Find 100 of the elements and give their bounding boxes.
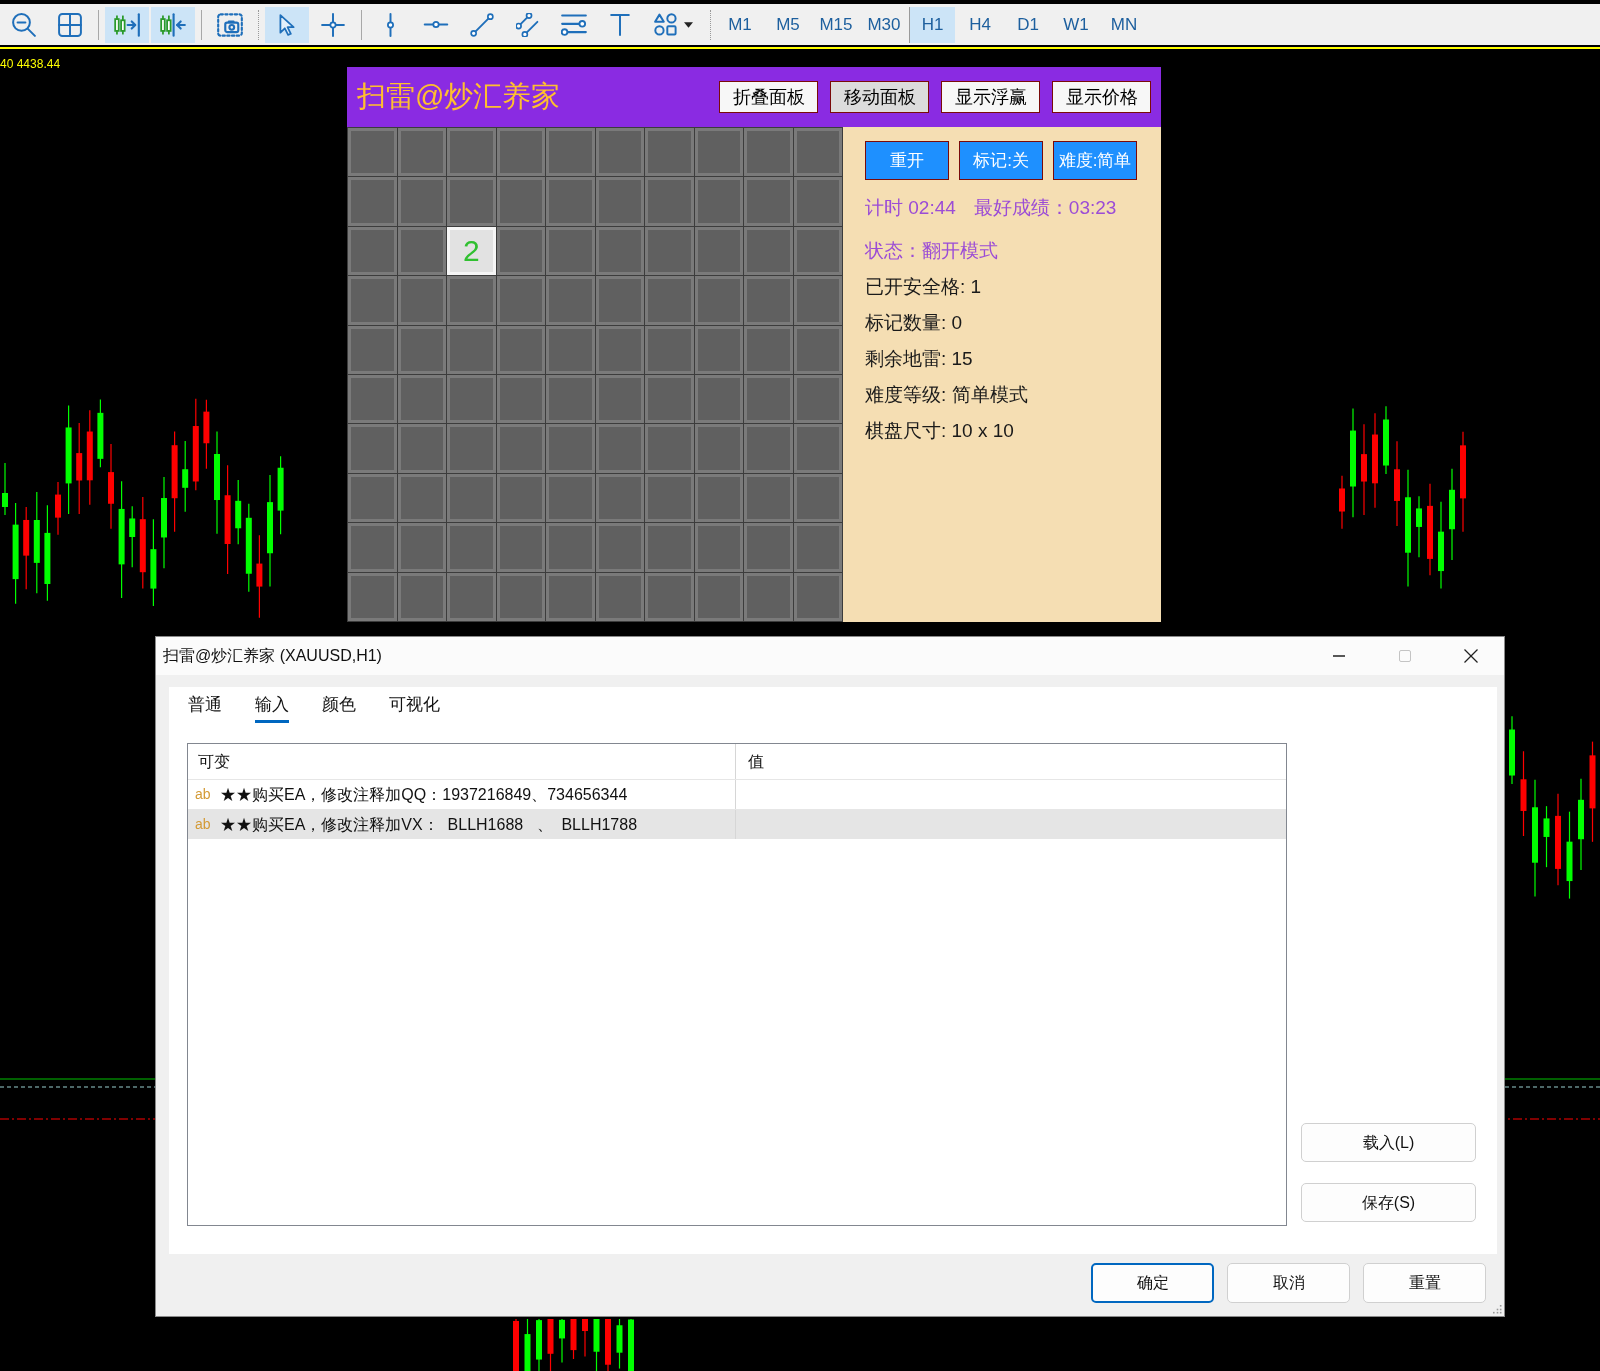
board-cell[interactable] xyxy=(595,325,644,374)
side-button[interactable]: 载入(L) xyxy=(1301,1123,1476,1162)
board-cell[interactable] xyxy=(546,424,595,473)
board-cell[interactable] xyxy=(447,424,496,473)
board-cell[interactable] xyxy=(348,375,397,424)
dialog-button[interactable]: 重置 xyxy=(1363,1263,1486,1303)
board-cell[interactable] xyxy=(496,473,545,523)
board-cell[interactable] xyxy=(793,177,842,226)
board-cell[interactable] xyxy=(744,424,793,473)
board-cell[interactable] xyxy=(744,572,793,621)
board-cell[interactable] xyxy=(496,572,545,621)
timeframe-button[interactable]: M5 xyxy=(765,6,811,43)
tab[interactable]: 可视化 xyxy=(389,687,440,723)
board-cell[interactable] xyxy=(496,276,545,325)
table-row[interactable]: ab ★★购买EA，修改注释加QQ：1937216849、734656344 xyxy=(188,779,1286,809)
board-cell[interactable] xyxy=(546,325,595,374)
board-cell[interactable] xyxy=(645,572,694,621)
board-cell[interactable] xyxy=(645,128,694,177)
board-cell[interactable] xyxy=(496,177,545,226)
board-cell[interactable] xyxy=(595,473,644,523)
board-cell[interactable] xyxy=(496,325,545,374)
board-cell[interactable] xyxy=(694,128,743,177)
chart-shift-button[interactable] xyxy=(105,6,149,43)
board-cell[interactable] xyxy=(793,424,842,473)
timeframe-button[interactable]: W1 xyxy=(1053,6,1099,43)
board-cell[interactable] xyxy=(546,276,595,325)
board-cell[interactable] xyxy=(397,325,446,374)
board-cell[interactable] xyxy=(546,473,595,523)
board-cell[interactable] xyxy=(447,375,496,424)
board-cell[interactable] xyxy=(645,276,694,325)
board-cell[interactable] xyxy=(397,473,446,523)
board-cell[interactable] xyxy=(793,128,842,177)
board-cell[interactable] xyxy=(595,424,644,473)
board-cell[interactable] xyxy=(546,572,595,621)
board-cell[interactable] xyxy=(744,375,793,424)
board-cell[interactable] xyxy=(397,375,446,424)
board-cell[interactable] xyxy=(348,226,397,276)
board-cell[interactable] xyxy=(645,375,694,424)
timeframe-button[interactable]: M15 xyxy=(813,6,859,43)
board-cell[interactable] xyxy=(645,226,694,276)
board-cell[interactable] xyxy=(793,473,842,523)
board-cell[interactable] xyxy=(595,523,644,572)
board-cell[interactable] xyxy=(595,177,644,226)
board-cell[interactable] xyxy=(595,128,644,177)
board-cell[interactable] xyxy=(348,572,397,621)
board-cell[interactable] xyxy=(348,128,397,177)
board-cell[interactable] xyxy=(397,226,446,276)
board-cell[interactable] xyxy=(496,128,545,177)
tab[interactable]: 输入 xyxy=(255,687,289,723)
board-cell[interactable] xyxy=(645,523,694,572)
board-cell[interactable] xyxy=(595,375,644,424)
board-cell[interactable] xyxy=(793,572,842,621)
board-cell[interactable] xyxy=(793,523,842,572)
timeframe-button[interactable]: M1 xyxy=(717,6,763,43)
board-cell[interactable] xyxy=(496,226,545,276)
board-cell[interactable] xyxy=(694,375,743,424)
board-cell[interactable] xyxy=(546,177,595,226)
timeframe-button[interactable]: H4 xyxy=(957,6,1003,43)
board-cell[interactable] xyxy=(397,177,446,226)
board-cell[interactable] xyxy=(645,325,694,374)
board-cell[interactable] xyxy=(793,325,842,374)
board-cell[interactable] xyxy=(447,325,496,374)
board-cell[interactable] xyxy=(546,128,595,177)
board-cell[interactable] xyxy=(694,226,743,276)
board-cell[interactable] xyxy=(694,177,743,226)
panel-button[interactable]: 显示价格 xyxy=(1052,81,1151,113)
timeframe-button[interactable]: M30 xyxy=(861,6,907,43)
board-cell[interactable] xyxy=(645,473,694,523)
board-cell[interactable] xyxy=(397,276,446,325)
board-cell[interactable] xyxy=(793,375,842,424)
table-row[interactable]: ab ★★购买EA，修改注释加VX： BLLH1688 、 BLLH1788 xyxy=(188,809,1286,839)
board-cell[interactable] xyxy=(397,523,446,572)
board-cell[interactable] xyxy=(793,276,842,325)
board-cell[interactable] xyxy=(744,325,793,374)
board-cell[interactable] xyxy=(744,177,793,226)
board-cell[interactable] xyxy=(694,572,743,621)
board-cell[interactable] xyxy=(645,177,694,226)
panel-button[interactable]: 显示浮赢 xyxy=(941,81,1040,113)
timeframe-button[interactable]: D1 xyxy=(1005,6,1051,43)
board-cell[interactable] xyxy=(348,325,397,374)
board-cell[interactable] xyxy=(348,523,397,572)
board-cell[interactable] xyxy=(744,128,793,177)
board-cell[interactable] xyxy=(447,473,496,523)
board-cell[interactable] xyxy=(447,572,496,621)
board-cell[interactable] xyxy=(744,473,793,523)
dialog-button[interactable]: 确定 xyxy=(1091,1263,1214,1303)
board-cell[interactable] xyxy=(447,128,496,177)
board-cell[interactable] xyxy=(595,572,644,621)
panel-button[interactable]: 移动面板 xyxy=(830,81,929,113)
board-cell[interactable] xyxy=(496,375,545,424)
board-cell[interactable] xyxy=(496,523,545,572)
board-cell[interactable] xyxy=(397,424,446,473)
board-cell[interactable] xyxy=(348,473,397,523)
board-cell[interactable] xyxy=(447,177,496,226)
board-cell[interactable] xyxy=(744,226,793,276)
tab[interactable]: 颜色 xyxy=(322,687,356,723)
board-cell[interactable] xyxy=(447,523,496,572)
board-cell[interactable] xyxy=(595,226,644,276)
board-cell[interactable] xyxy=(348,276,397,325)
board-cell[interactable] xyxy=(694,325,743,374)
